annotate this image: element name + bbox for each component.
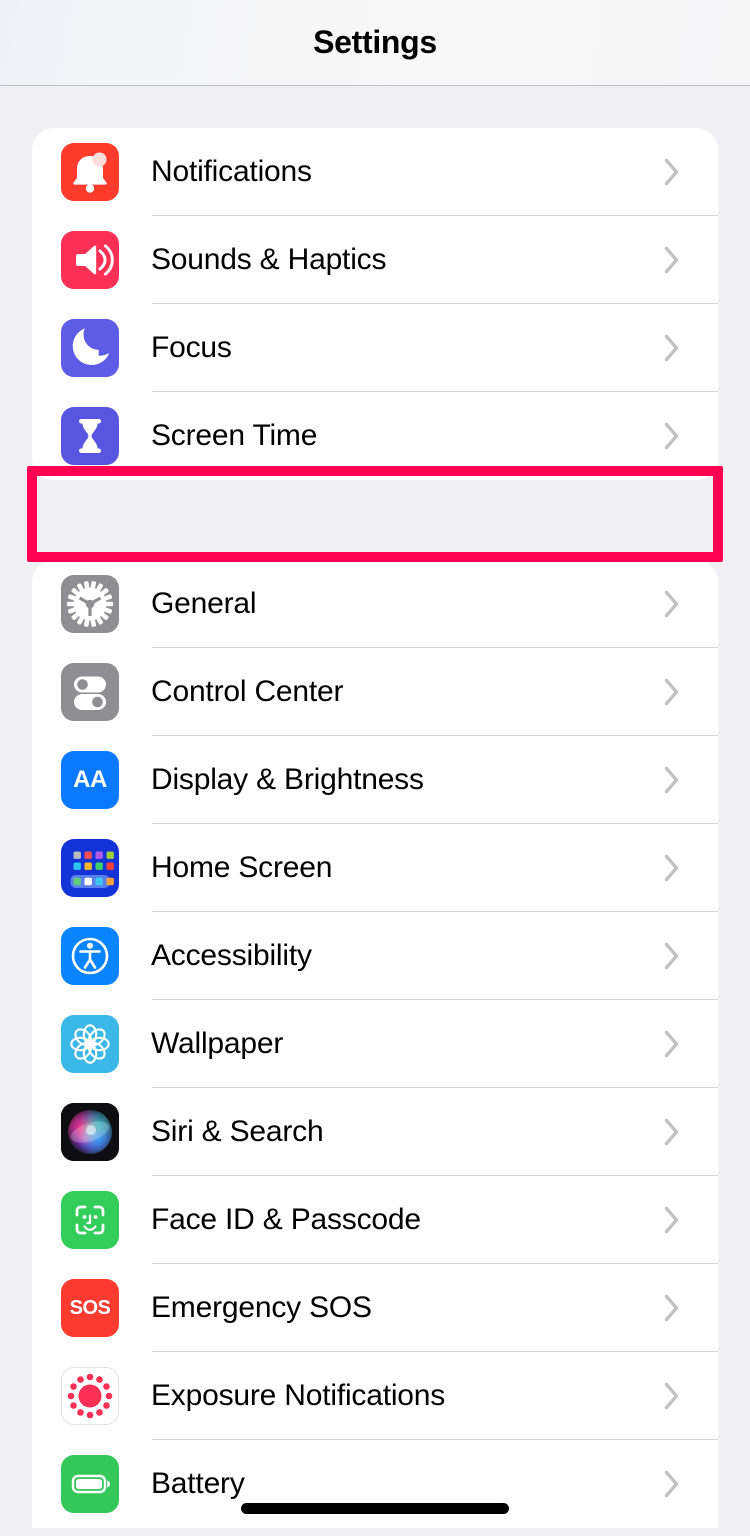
settings-row-battery[interactable]: Battery: [32, 1440, 718, 1528]
settings-row-label: Wallpaper: [151, 1027, 284, 1060]
notifications-bell-icon: [61, 143, 119, 201]
chevron-right-icon: [664, 590, 680, 618]
settings-row-label: Battery: [151, 1467, 245, 1500]
sounds-speaker-icon: [61, 231, 119, 289]
settings-row-label: Control Center: [151, 675, 344, 708]
settings-row-exposure-notifications[interactable]: Exposure Notifications: [32, 1352, 718, 1440]
chevron-right-icon: [664, 942, 680, 970]
chevron-right-icon: [664, 678, 680, 706]
chevron-right-icon: [664, 1118, 680, 1146]
settings-row-label: Focus: [151, 331, 232, 364]
settings-row-face-id-passcode[interactable]: Face ID & Passcode: [32, 1176, 718, 1264]
settings-row-display-brightness[interactable]: AA Display & Brightness: [32, 736, 718, 824]
settings-scroll-view[interactable]: Notifications Sounds & Haptics Focus Screen…: [0, 86, 750, 1536]
settings-row-label: Sounds & Haptics: [151, 243, 387, 276]
screen-time-hourglass-icon: [61, 407, 119, 465]
accessibility-person-icon: [61, 927, 119, 985]
navigation-bar: Settings: [0, 0, 750, 86]
settings-row-label: Home Screen: [151, 851, 333, 884]
wallpaper-flower-icon: [61, 1015, 119, 1073]
settings-row-wallpaper[interactable]: Wallpaper: [32, 1000, 718, 1088]
control-center-toggles-icon: [61, 663, 119, 721]
chevron-right-icon: [664, 422, 680, 450]
settings-row-label: Display & Brightness: [151, 763, 424, 796]
chevron-right-icon: [664, 1294, 680, 1322]
settings-row-home-screen[interactable]: Home Screen: [32, 824, 718, 912]
chevron-right-icon: [664, 1470, 680, 1498]
home-indicator: [241, 1503, 509, 1514]
page-title: Settings: [313, 24, 437, 60]
chevron-right-icon: [664, 766, 680, 794]
chevron-right-icon: [664, 854, 680, 882]
settings-row-control-center[interactable]: Control Center: [32, 648, 718, 736]
face-id-icon: [61, 1191, 119, 1249]
settings-row-general[interactable]: General: [32, 560, 718, 648]
general-gear-icon: [61, 575, 119, 633]
exposure-notifications-icon: [61, 1367, 119, 1425]
chevron-right-icon: [664, 1382, 680, 1410]
settings-row-label: Face ID & Passcode: [151, 1203, 421, 1236]
chevron-right-icon: [664, 1030, 680, 1058]
settings-row-label: Notifications: [151, 155, 312, 188]
battery-icon: [61, 1455, 119, 1513]
settings-row-screen-time[interactable]: Screen Time: [32, 392, 718, 480]
focus-moon-icon: [61, 319, 119, 377]
settings-row-focus[interactable]: Focus: [32, 304, 718, 392]
display-brightness-aa-icon: AA: [61, 751, 119, 809]
settings-row-label: General: [151, 587, 257, 620]
settings-row-emergency-sos[interactable]: SOS Emergency SOS: [32, 1264, 718, 1352]
settings-row-sounds-haptics[interactable]: Sounds & Haptics: [32, 216, 718, 304]
group-system: General Control Center AA Display & Brightn…: [32, 560, 718, 1528]
settings-row-label: Siri & Search: [151, 1115, 324, 1148]
settings-row-accessibility[interactable]: Accessibility: [32, 912, 718, 1000]
chevron-right-icon: [664, 1206, 680, 1234]
settings-row-label: Screen Time: [151, 419, 318, 452]
settings-row-label: Emergency SOS: [151, 1291, 372, 1324]
emergency-sos-icon: SOS: [61, 1279, 119, 1337]
settings-row-notifications[interactable]: Notifications: [32, 128, 718, 216]
settings-screen: Settings Notifications Sounds & Haptics Fo…: [0, 0, 750, 1536]
settings-row-label: Accessibility: [151, 939, 312, 972]
siri-orb-icon: [61, 1103, 119, 1161]
chevron-right-icon: [664, 334, 680, 362]
home-screen-grid-icon: [61, 839, 119, 897]
chevron-right-icon: [664, 246, 680, 274]
settings-row-label: Exposure Notifications: [151, 1379, 446, 1412]
chevron-right-icon: [664, 158, 680, 186]
settings-row-siri-search[interactable]: Siri & Search: [32, 1088, 718, 1176]
group-alerts: Notifications Sounds & Haptics Focus Screen…: [32, 128, 718, 480]
